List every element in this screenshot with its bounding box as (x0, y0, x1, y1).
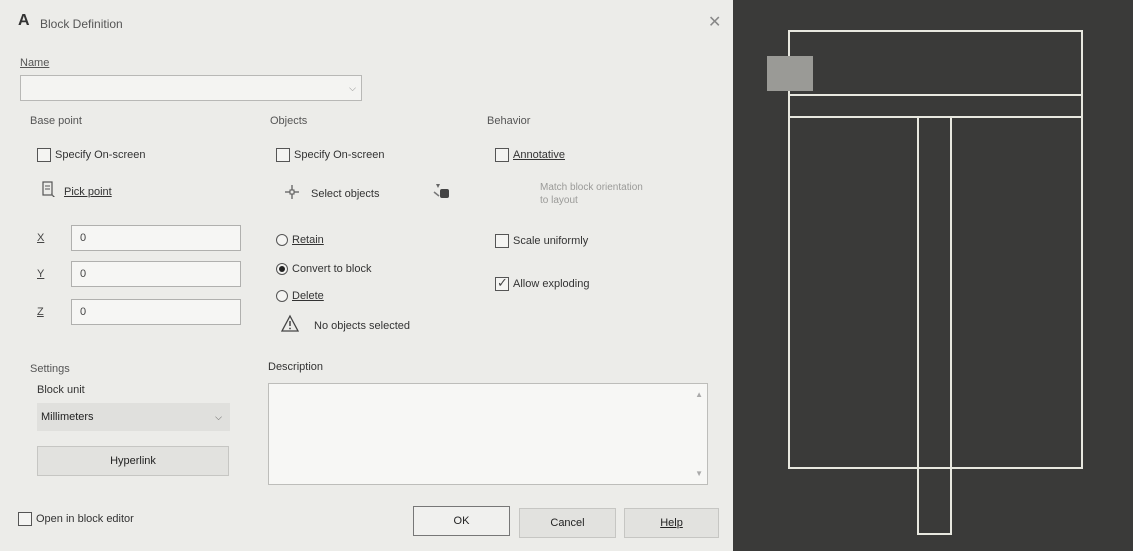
y-input[interactable]: 0 (71, 261, 241, 287)
block-unit-label: Block unit (37, 384, 85, 396)
hyperlink-button[interactable]: Hyperlink (37, 446, 229, 476)
selection-status: No objects selected (280, 314, 410, 337)
pick-point-icon (40, 180, 60, 203)
pick-point-label: Pick point (64, 185, 112, 198)
open-in-block-editor-option[interactable]: Open in block editor (18, 512, 134, 526)
allow-exploding-label: Allow exploding (513, 278, 590, 290)
delete-label: Delete (292, 290, 324, 302)
x-input[interactable]: 0 (71, 225, 241, 251)
z-input[interactable]: 0 (71, 299, 241, 325)
block-preview-drawing (767, 30, 1083, 535)
delete-radio-row[interactable]: Delete (276, 290, 324, 302)
scale-uniformly-checkbox[interactable] (495, 234, 509, 248)
scale-uniformly-option[interactable]: Scale uniformly (495, 234, 588, 248)
retain-radio[interactable] (276, 234, 288, 246)
convert-label: Convert to block (292, 263, 372, 275)
quick-select-button[interactable] (428, 178, 456, 209)
convert-radio-row[interactable]: Convert to block (276, 263, 371, 275)
block-preview-panel (733, 0, 1133, 551)
objects-heading: Objects (270, 115, 308, 127)
annotative-label: Annotative (513, 149, 565, 161)
app-logo: A (18, 12, 30, 29)
match-orientation-label: Match block orientation to layout (540, 181, 643, 207)
ok-button[interactable]: OK (413, 506, 510, 536)
allow-exploding-option[interactable]: Allow exploding (495, 275, 590, 291)
retain-label: Retain (292, 234, 324, 246)
block-definition-dialog: A Block Definition ✕ Name ⌵ Base point S… (0, 0, 733, 551)
behavior-heading: Behavior (487, 115, 531, 127)
x-row: X 0 (37, 225, 241, 251)
convert-radio[interactable] (276, 263, 288, 275)
select-objects-button[interactable]: Select objects (283, 183, 379, 204)
pick-point-button[interactable]: Pick point (40, 180, 112, 203)
warning-icon (280, 314, 300, 337)
match-line-1: Match block orientation (540, 182, 643, 193)
help-button[interactable]: Help (624, 508, 719, 538)
block-unit-select[interactable]: Millimeters ⌵ (37, 403, 230, 431)
open-in-block-editor-label: Open in block editor (36, 513, 134, 525)
preview-vertical-bar (917, 116, 952, 535)
scroll-down-icon[interactable]: ▼ (695, 469, 703, 478)
preview-outer-frame (788, 30, 1083, 469)
objects-specify-checkbox[interactable] (276, 148, 290, 162)
base-specify-label: Specify On-screen (55, 149, 146, 161)
select-objects-icon (283, 183, 301, 204)
z-label: Z (37, 306, 44, 318)
description-label: Description (268, 361, 324, 373)
objects-specify-onscreen[interactable]: Specify On-screen (276, 148, 384, 162)
preview-color-swatch (767, 56, 813, 91)
close-icon[interactable]: ✕ (708, 12, 721, 32)
retain-radio-row[interactable]: Retain (276, 234, 324, 246)
chevron-down-icon[interactable]: ⌵ (349, 83, 356, 94)
name-label: Name (20, 57, 50, 69)
name-combobox[interactable]: ⌵ (20, 75, 362, 101)
annotative-checkbox[interactable] (495, 148, 509, 162)
base-specify-checkbox[interactable] (37, 148, 51, 162)
select-objects-label: Select objects (311, 187, 380, 200)
delete-radio[interactable] (276, 290, 288, 302)
selection-status-text: No objects selected (314, 319, 410, 332)
scroll-up-icon[interactable]: ▲ (695, 390, 703, 399)
match-orientation-option[interactable]: Match block orientation to layout (522, 181, 643, 207)
settings-heading: Settings (30, 363, 70, 375)
x-label: X (37, 232, 45, 244)
base-point-heading: Base point (30, 115, 82, 127)
open-in-block-editor-checkbox[interactable] (18, 512, 32, 526)
quick-select-icon (428, 178, 456, 209)
y-row: Y 0 (37, 261, 241, 287)
annotative-option[interactable]: Annotative (495, 148, 565, 162)
y-label: Y (37, 268, 45, 280)
objects-specify-label: Specify On-screen (294, 149, 385, 161)
chevron-down-icon[interactable]: ⌵ (215, 412, 222, 423)
dialog-title: Block Definition (40, 17, 123, 31)
base-specify-onscreen[interactable]: Specify On-screen (37, 148, 145, 162)
scale-uniformly-label: Scale uniformly (513, 235, 589, 247)
block-unit-value: Millimeters (41, 411, 94, 423)
z-row: Z 0 (37, 299, 241, 325)
match-line-2: to layout (540, 195, 578, 206)
allow-exploding-checkbox[interactable] (495, 275, 509, 291)
description-textarea[interactable]: ▲ ▼ (268, 383, 708, 485)
cancel-button[interactable]: Cancel (519, 508, 616, 538)
